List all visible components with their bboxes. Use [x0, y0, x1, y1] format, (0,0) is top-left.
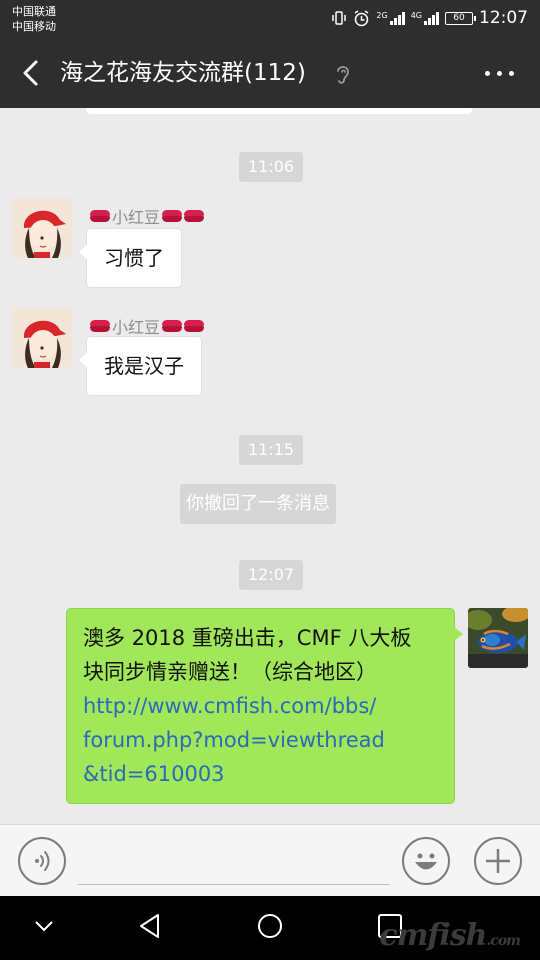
- chat-title: 海之花海友交流群(112): [60, 60, 306, 86]
- avatar-girl-red-hat-image: [12, 308, 72, 368]
- message-input[interactable]: [78, 839, 390, 885]
- network-type-1: 2G: [376, 11, 388, 20]
- sender-name-text: 小红豆: [112, 318, 161, 337]
- back-arrow-icon[interactable]: [14, 54, 50, 92]
- sender-name-text: 小红豆: [112, 208, 161, 227]
- back-triangle-icon[interactable]: [136, 912, 164, 940]
- carrier-1: 中国联通: [12, 5, 56, 18]
- more-icon[interactable]: [485, 71, 514, 76]
- status-bar: 中国联通 中国移动 2G 4G 60 12:07: [0, 0, 540, 38]
- previous-message-bubble: [86, 108, 472, 114]
- lips-icon: [90, 210, 110, 222]
- collapse-chevron-icon[interactable]: [32, 918, 56, 934]
- message-link[interactable]: forum.php?mod=viewthread: [83, 723, 438, 757]
- watermark: cmfish.com: [379, 918, 521, 953]
- outgoing-message-bubble[interactable]: 澳多 2018 重磅出击，CMF 八大板 块同步情亲赠送！（综合地区） http…: [66, 608, 463, 804]
- lips-icon: [90, 320, 110, 332]
- status-time: 12:07: [479, 8, 528, 28]
- message-link[interactable]: http://www.cmfish.com/bbs/: [83, 689, 438, 723]
- watermark-suffix: .com: [486, 933, 521, 949]
- watermark-main: cmfish: [379, 918, 487, 953]
- signal-4g-icon: 4G: [411, 11, 439, 25]
- sender-name: 小红豆: [90, 204, 205, 228]
- more-functions-button[interactable]: [474, 837, 522, 885]
- chat-area[interactable]: 11:06 小红豆 习惯了 小红豆 我是汉子 11:15 你撤回了一条消息 12…: [0, 108, 540, 824]
- ear-icon: [337, 66, 349, 84]
- carrier-info: 中国联通 中国移动: [12, 4, 56, 34]
- message-text-line: 澳多 2018 重磅出击，CMF 八大板: [83, 626, 412, 650]
- emoji-icon: [415, 853, 437, 870]
- recall-notice: 你撤回了一条消息: [180, 484, 336, 524]
- input-bar: [0, 824, 540, 896]
- incoming-message-bubble[interactable]: 习惯了: [79, 228, 182, 288]
- lips-icon: [162, 320, 183, 332]
- message-text-line: 块同步情亲赠送！（综合地区）: [83, 660, 377, 684]
- sender-name: 小红豆: [90, 314, 205, 338]
- plus-icon: [486, 849, 510, 873]
- timestamp: 11:15: [239, 435, 304, 465]
- carrier-2: 中国移动: [12, 20, 56, 33]
- message-link[interactable]: &tid=610003: [83, 757, 438, 791]
- emoji-button[interactable]: [402, 837, 450, 885]
- network-type-2: 4G: [410, 11, 422, 20]
- voice-button[interactable]: [18, 837, 66, 885]
- lips-icon: [184, 210, 205, 222]
- chat-header: 海之花海友交流群(112): [0, 38, 540, 108]
- voice-icon: [35, 851, 50, 871]
- alarm-icon: [354, 9, 369, 26]
- home-circle-icon[interactable]: [256, 912, 284, 940]
- avatar[interactable]: [12, 308, 72, 368]
- incoming-message-bubble[interactable]: 我是汉子: [79, 336, 202, 396]
- timestamp: 12:07: [239, 560, 304, 590]
- lips-icon: [162, 210, 183, 222]
- battery-icon: 60: [445, 11, 476, 25]
- vibrate-icon: [332, 11, 347, 25]
- lips-icon: [184, 320, 205, 332]
- avatar[interactable]: [12, 198, 72, 258]
- system-nav-bar: cmfish.com: [0, 896, 540, 960]
- signal-2g-icon: 2G: [376, 11, 405, 25]
- avatar-girl-red-hat-image: [12, 198, 72, 258]
- timestamp: 11:06: [239, 152, 304, 182]
- my-avatar[interactable]: [468, 608, 528, 668]
- avatar-mandarin-fish-image: [468, 608, 528, 668]
- status-icons: 2G 4G 60 12:07: [331, 8, 528, 28]
